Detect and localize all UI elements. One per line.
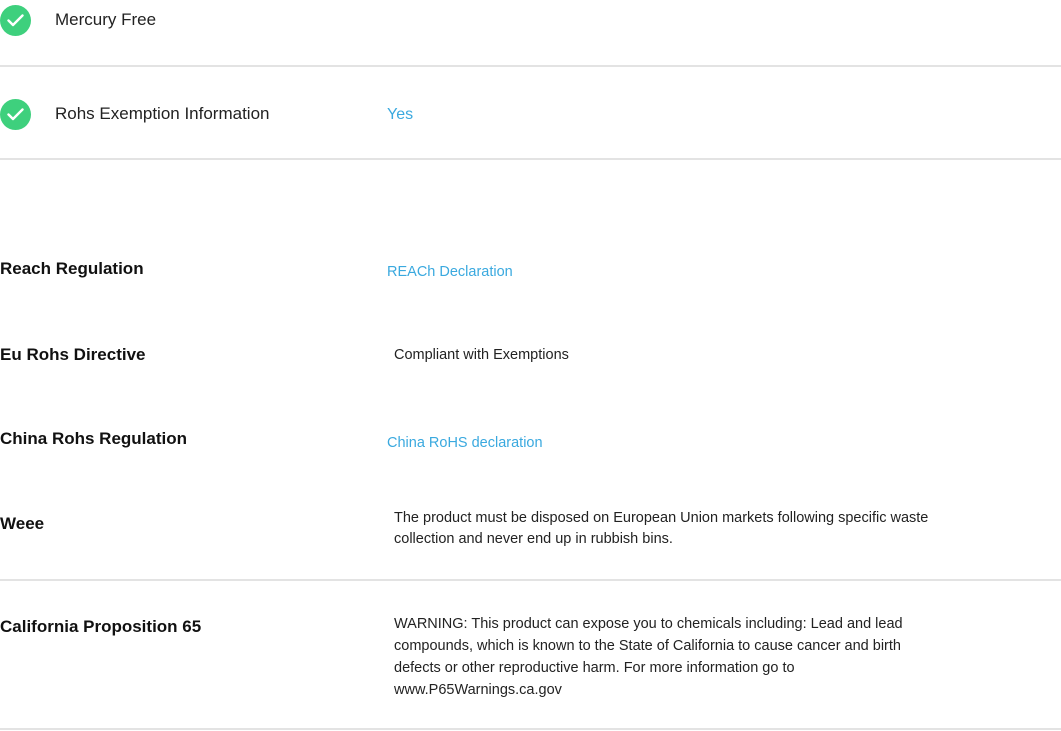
- china-rohs-declaration-link[interactable]: China RoHS declaration: [387, 435, 543, 451]
- spec-value-weee: The product must be disposed on European…: [394, 508, 928, 550]
- divider: [0, 728, 1061, 730]
- divider: [0, 65, 1061, 67]
- text-line: The product must be disposed on European…: [394, 510, 929, 526]
- spec-label-prop65: California Proposition 65: [0, 617, 202, 636]
- check-label: Rohs Exemption Information: [55, 104, 270, 123]
- divider: [0, 158, 1061, 160]
- text-line: WARNING: This product can expose you to …: [394, 616, 903, 632]
- divider: [0, 579, 1061, 581]
- rohs-exemption-link[interactable]: Yes: [387, 106, 413, 124]
- spec-value-prop65: WARNING: This product can expose you to …: [394, 613, 903, 701]
- text-line: www.P65Warnings.ca.gov: [394, 682, 562, 698]
- checkmark-icon: [0, 99, 31, 130]
- spec-label-eu-rohs: Eu Rohs Directive: [0, 345, 146, 364]
- reach-declaration-link[interactable]: REACh Declaration: [387, 264, 513, 280]
- spec-value-eu-rohs: Compliant with Exemptions: [394, 347, 569, 363]
- text-line: compounds, which is known to the State o…: [394, 638, 901, 654]
- checkmark-icon: [0, 5, 31, 36]
- text-line: defects or other reproductive harm. For …: [394, 660, 795, 676]
- check-row-rohs-exemption: Rohs Exemption Information Yes: [0, 99, 1061, 130]
- text-line: collection and never end up in rubbish b…: [394, 531, 673, 547]
- check-row-mercury-free: Mercury Free: [0, 5, 1061, 36]
- spec-label-china-rohs: China Rohs Regulation: [0, 429, 187, 448]
- spec-label-weee: Weee: [0, 514, 45, 533]
- spec-label-reach: Reach Regulation: [0, 259, 144, 278]
- check-label: Mercury Free: [55, 10, 157, 29]
